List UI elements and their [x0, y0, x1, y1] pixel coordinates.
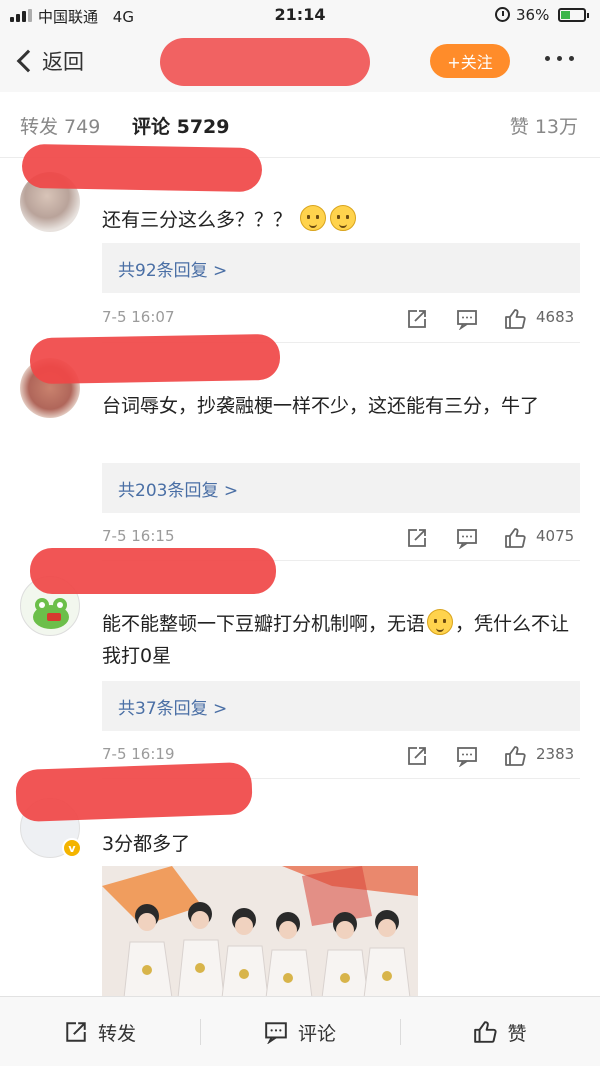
- redacted-username: [29, 333, 281, 385]
- thumb-up-icon[interactable]: [504, 527, 526, 549]
- like-count: 2383: [536, 745, 575, 763]
- redacted-username: [15, 761, 253, 823]
- chevron-left-icon: [16, 49, 40, 73]
- like-count: 4683: [536, 308, 575, 326]
- share-icon[interactable]: [406, 745, 428, 767]
- reply-summary[interactable]: 共37条回复 >: [102, 681, 580, 731]
- clock: 21:14: [274, 5, 326, 24]
- photo-image: [102, 866, 418, 998]
- repost-label: 转发: [97, 1022, 136, 1045]
- emoji-icon: [330, 205, 357, 231]
- comment-item: 还有三分这么多？？？ 共92条回复 > 7-5 16:07 4683: [0, 143, 600, 344]
- like-label: 赞: [507, 1022, 527, 1045]
- comment-time: 7-5 16:19: [102, 745, 175, 763]
- share-icon[interactable]: [406, 308, 428, 330]
- reply-icon[interactable]: [456, 308, 478, 330]
- reply-icon[interactable]: [456, 527, 478, 549]
- comment-body: 能不能整顿一下豆瓣打分机制啊，无语: [102, 613, 426, 635]
- comment-text: 还有三分这么多？？？: [102, 204, 582, 236]
- reply-count-link[interactable]: 共203条回复 >: [118, 476, 238, 501]
- back-button[interactable]: 返回: [14, 44, 84, 78]
- verified-badge-icon: v: [62, 838, 82, 858]
- reply-summary[interactable]: 共203条回复 >: [102, 463, 580, 513]
- thumb-up-icon: [474, 1021, 498, 1043]
- follow-button[interactable]: +关注: [430, 44, 510, 78]
- thumb-up-icon[interactable]: [504, 308, 526, 330]
- comment-item: 能不能整顿一下豆瓣打分机制啊，无语 ，凭什么不让我打0星 共37条回复 > 7-5…: [0, 548, 600, 780]
- emoji-icon: [300, 205, 327, 231]
- more-icon[interactable]: [545, 56, 574, 61]
- comment-time: 7-5 16:07: [102, 308, 175, 326]
- like-count: 4075: [536, 527, 575, 545]
- comment-item: 台词辱女，抄袭融梗一样不少，这还能有三分，牛了 共203条回复 > 7-5 16…: [0, 333, 600, 562]
- share-icon[interactable]: [406, 527, 428, 549]
- comment-photo[interactable]: [102, 866, 418, 998]
- comment-time: 7-5 16:15: [102, 527, 175, 545]
- emoji-icon: [427, 609, 454, 635]
- status-bar: 中国联通 4G 21:14 36%: [0, 0, 600, 30]
- alarm-icon: [495, 7, 510, 22]
- battery-icon: [558, 8, 589, 22]
- reply-icon[interactable]: [456, 745, 478, 767]
- redacted-username: [30, 548, 276, 594]
- comment-button[interactable]: 评论: [200, 997, 400, 1066]
- repost-button[interactable]: 转发: [0, 997, 200, 1066]
- like-button[interactable]: 赞: [400, 997, 600, 1066]
- tab-repost[interactable]: 转发 749: [20, 112, 100, 139]
- comment-meta: 7-5 16:07 4683: [0, 308, 600, 332]
- reply-count-link[interactable]: 共37条回复 >: [118, 694, 227, 719]
- comment-text: 3分都多了: [102, 833, 191, 855]
- comment-label: 评论: [297, 1022, 336, 1045]
- share-icon: [66, 1022, 86, 1042]
- comment-text: 能不能整顿一下豆瓣打分机制啊，无语 ，凭什么不让我打0星: [102, 608, 582, 672]
- comment-body: 还有三分这么多？？？: [102, 209, 293, 231]
- redacted-title: [160, 38, 370, 86]
- reply-summary[interactable]: 共92条回复 >: [102, 243, 580, 293]
- bottom-toolbar: 转发 评论 赞: [0, 996, 600, 1066]
- battery-percent: 36%: [516, 6, 550, 24]
- comment-icon: [265, 1022, 287, 1044]
- thumb-up-icon[interactable]: [504, 745, 526, 767]
- reply-count-link[interactable]: 共92条回复 >: [118, 256, 227, 281]
- comment-meta: 7-5 16:19 2383: [0, 745, 600, 769]
- nav-bar: 返回 +关注: [0, 30, 600, 92]
- redacted-username: [21, 143, 263, 193]
- comment-text: 台词辱女，抄袭融梗一样不少，这还能有三分，牛了: [102, 395, 540, 417]
- back-label: 返回: [42, 50, 84, 74]
- tab-comments[interactable]: 评论 5729: [132, 112, 230, 139]
- tab-likes[interactable]: 赞 13万: [510, 112, 578, 139]
